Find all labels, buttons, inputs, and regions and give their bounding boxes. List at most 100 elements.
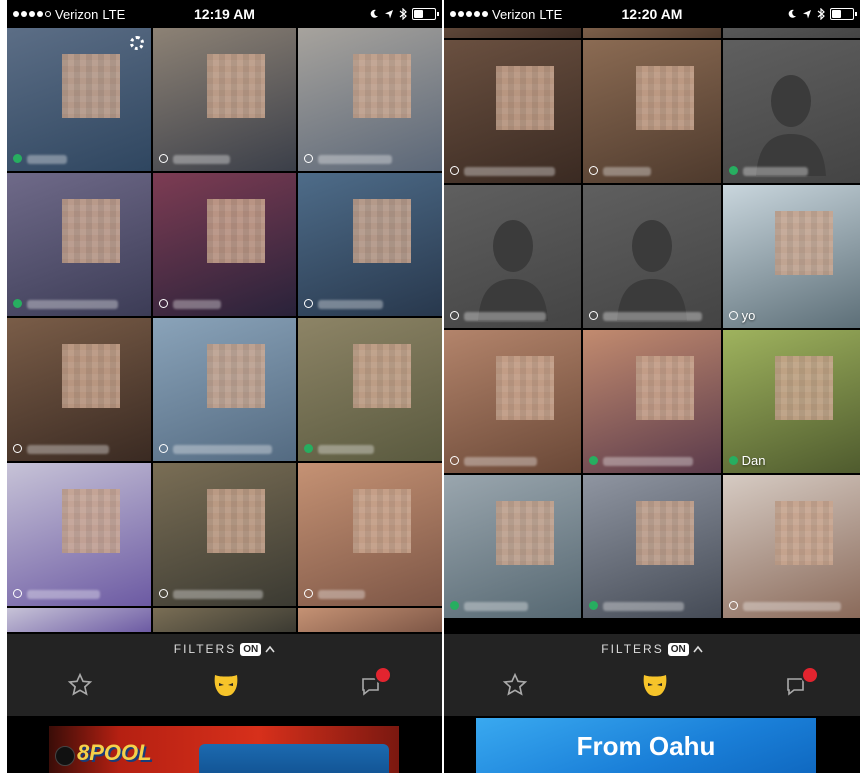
offline-status-icon xyxy=(450,311,459,320)
profile-tile[interactable] xyxy=(444,185,582,328)
offline-status-icon xyxy=(304,154,314,163)
pixelated-face xyxy=(207,198,266,263)
filters-toggle[interactable]: FILTERS ON xyxy=(444,642,860,656)
filters-label: FILTERS xyxy=(601,642,664,656)
profile-tile[interactable] xyxy=(722,40,860,183)
battery-icon xyxy=(830,8,857,20)
filters-toggle[interactable]: FILTERS ON xyxy=(7,642,442,656)
oahu-ad-banner[interactable]: From Oahu xyxy=(476,718,816,773)
profile-tile[interactable] xyxy=(7,318,151,461)
favorites-star-icon[interactable] xyxy=(67,672,93,698)
bluetooth-icon xyxy=(817,8,825,20)
online-status-icon xyxy=(13,299,22,308)
pixelated-face xyxy=(61,488,120,553)
grindr-mask-icon[interactable] xyxy=(212,672,240,698)
profile-tile-partial[interactable] xyxy=(298,608,442,632)
pixelated-face xyxy=(496,500,555,565)
blurred-profile-name xyxy=(603,312,703,321)
blurred-profile-name xyxy=(603,167,652,176)
profile-tile[interactable] xyxy=(152,28,297,171)
ad-banner-area: 8POOL xyxy=(7,716,442,773)
carrier-name: Verizon xyxy=(55,6,99,22)
blurred-profile-name xyxy=(27,155,67,164)
pixelated-face xyxy=(635,500,694,565)
blurred-profile-name xyxy=(464,312,546,321)
profile-tile[interactable] xyxy=(583,330,721,473)
offline-status-icon xyxy=(728,311,738,320)
default-avatar-silhouette-icon xyxy=(756,75,827,177)
moon-icon xyxy=(788,9,796,18)
bottom-tab-bar: FILTERS ON xyxy=(444,634,860,716)
blurred-profile-name xyxy=(27,300,118,309)
profile-tile[interactable]: Dan xyxy=(722,330,860,473)
profile-tile[interactable] xyxy=(583,475,721,618)
profile-tile[interactable] xyxy=(298,28,442,171)
network-type: LTE xyxy=(102,6,126,22)
blurred-profile-name xyxy=(172,155,230,164)
pool-table-image xyxy=(199,744,389,773)
offline-status-icon xyxy=(158,154,168,163)
profile-tile[interactable] xyxy=(722,475,860,618)
profile-tile[interactable] xyxy=(298,173,442,316)
status-bar: Verizon LTE 12:19 AM xyxy=(7,0,442,28)
pixelated-face xyxy=(496,355,555,420)
location-icon xyxy=(803,10,811,19)
profile-tile[interactable] xyxy=(444,40,582,183)
carrier-name: Verizon xyxy=(492,6,536,22)
offline-status-icon xyxy=(450,456,459,465)
offline-status-icon xyxy=(728,601,738,610)
online-status-icon xyxy=(589,601,599,610)
blurred-profile-name xyxy=(603,602,685,611)
filters-on-badge: ON xyxy=(240,642,262,656)
unread-chat-badge xyxy=(374,666,392,684)
pixelated-face xyxy=(352,53,411,118)
pixelated-face xyxy=(774,210,833,275)
profile-tile-partial[interactable] xyxy=(152,608,297,632)
profile-grid[interactable] xyxy=(7,28,442,632)
offline-status-icon xyxy=(589,166,599,175)
blurred-profile-name xyxy=(27,445,109,454)
battery-icon xyxy=(412,8,439,20)
profile-tile[interactable] xyxy=(7,463,151,606)
offline-status-icon xyxy=(589,311,599,320)
location-icon xyxy=(385,10,393,19)
grindr-mask-icon[interactable] xyxy=(641,672,669,698)
blurred-profile-name xyxy=(464,457,537,466)
pool-ad-banner[interactable]: 8POOL xyxy=(49,726,399,773)
blurred-profile-name xyxy=(172,445,272,454)
profile-tile[interactable] xyxy=(152,173,297,316)
ad-banner-area: From Oahu xyxy=(444,716,860,773)
profile-tile[interactable] xyxy=(444,330,582,473)
profile-tile-partial[interactable] xyxy=(7,608,151,632)
pixelated-face xyxy=(352,488,411,553)
offline-status-icon xyxy=(158,589,168,598)
profile-tile[interactable] xyxy=(298,463,442,606)
profile-tile[interactable] xyxy=(583,40,721,183)
bluetooth-icon xyxy=(399,8,407,20)
profile-tile[interactable] xyxy=(583,185,721,328)
status-bar: Verizon LTE 12:20 AM xyxy=(444,0,860,28)
profile-tile[interactable] xyxy=(298,318,442,461)
blurred-profile-name xyxy=(318,445,375,454)
status-icons xyxy=(787,8,857,20)
default-avatar-silhouette-icon xyxy=(616,220,687,322)
pixelated-face xyxy=(61,53,120,118)
profile-grid[interactable]: yo Dan xyxy=(444,10,860,618)
pixelated-face xyxy=(352,198,411,263)
signal-icon xyxy=(13,11,51,17)
filters-on-badge: ON xyxy=(667,642,689,656)
profile-name: yo xyxy=(741,308,756,323)
profile-tile[interactable] xyxy=(444,475,582,618)
profile-tile[interactable] xyxy=(7,28,151,171)
pixelated-face xyxy=(774,355,833,420)
profile-tile[interactable] xyxy=(7,173,151,316)
blurred-profile-name xyxy=(27,590,100,599)
ad-brand: 8POOL xyxy=(77,740,152,765)
profile-tile[interactable] xyxy=(152,318,297,461)
settings-gear-icon[interactable] xyxy=(130,36,144,50)
favorites-star-icon[interactable] xyxy=(502,672,528,698)
pixelated-face xyxy=(774,500,833,565)
profile-tile[interactable] xyxy=(152,463,297,606)
pixelated-face xyxy=(635,65,694,130)
profile-tile[interactable]: yo xyxy=(722,185,860,328)
